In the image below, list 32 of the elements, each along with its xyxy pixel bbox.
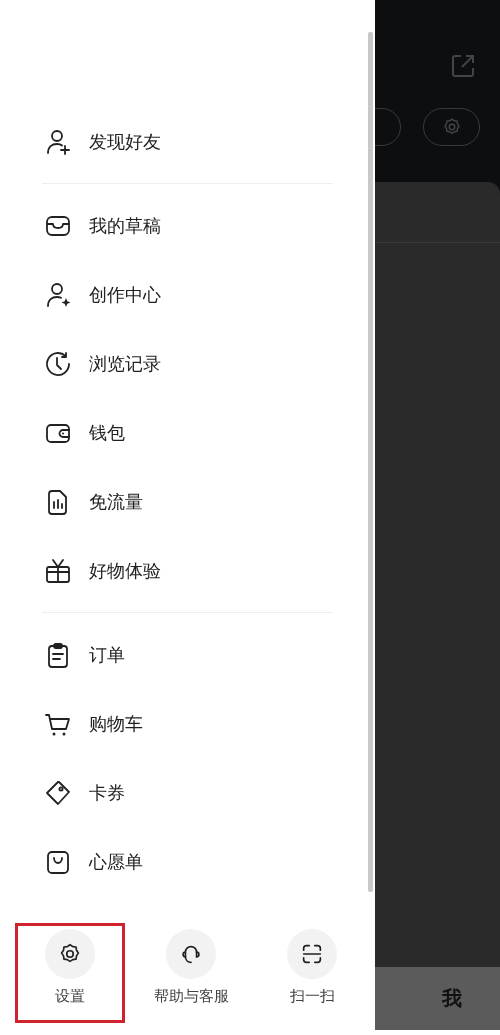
scrollbar[interactable]: [368, 32, 373, 892]
menu-item[interactable]: 我的草稿: [0, 191, 375, 260]
menu-item[interactable]: 浏览记录: [0, 329, 375, 398]
menu-item[interactable]: 好物体验: [0, 536, 375, 605]
menu-item-label: 钱包: [89, 420, 125, 445]
action-button[interactable]: 帮助与客服: [136, 923, 246, 1023]
menu-item-label: 我的草稿: [89, 213, 161, 238]
menu-item-label: 浏览记录: [89, 351, 161, 376]
person-plus-icon: [44, 127, 72, 156]
menu-item-label: 好物体验: [89, 558, 161, 583]
menu-item-label: 发现好友: [89, 129, 161, 154]
menu-item[interactable]: 心愿单: [0, 827, 375, 896]
menu-item-label: 卡券: [89, 780, 125, 805]
menu-item[interactable]: 发现好友: [0, 107, 375, 176]
action-button[interactable]: 扫一扫: [257, 923, 367, 1023]
menu-item-label: 心愿单: [89, 849, 143, 874]
person-star-icon: [44, 280, 72, 309]
gift-icon: [44, 556, 72, 585]
menu-item[interactable]: 订单: [0, 620, 375, 689]
menu-item[interactable]: 购物车: [0, 689, 375, 758]
menu-item[interactable]: 钱包: [0, 398, 375, 467]
menu-item-label: 免流量: [89, 489, 143, 514]
menu-item[interactable]: 创作中心: [0, 260, 375, 329]
clock-icon: [44, 349, 72, 378]
menu-item[interactable]: 卡券: [0, 758, 375, 827]
menu-item-label: 创作中心: [89, 282, 161, 307]
menu-item[interactable]: 免流量: [0, 467, 375, 536]
edit-icon[interactable]: [450, 53, 476, 79]
tag-icon: [44, 778, 72, 807]
menu-item-label: 购物车: [89, 711, 143, 736]
menu-item-label: 订单: [89, 642, 125, 667]
action-button[interactable]: 设置: [15, 923, 125, 1023]
